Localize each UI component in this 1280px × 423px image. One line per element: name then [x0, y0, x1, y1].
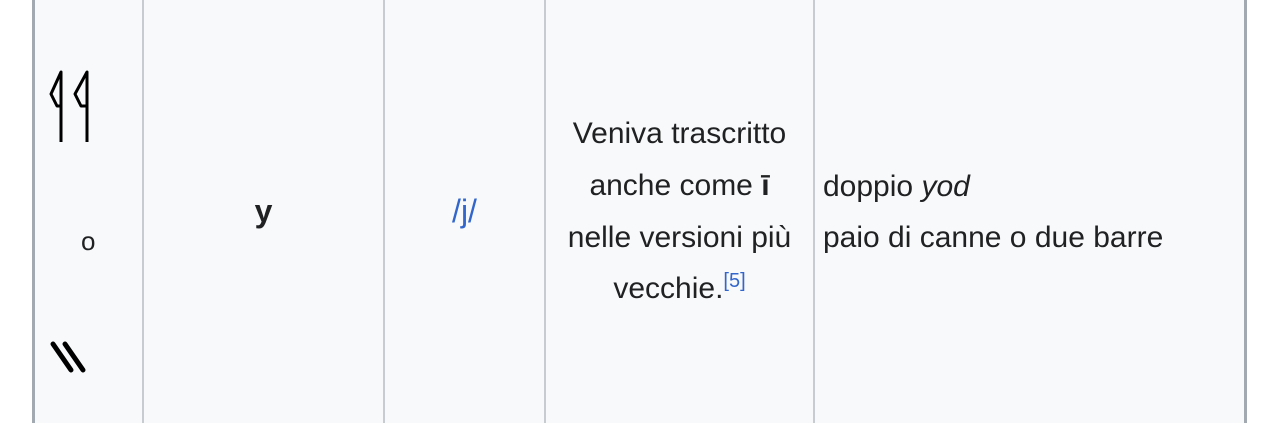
meaning-line-2: paio di canne o due barre [823, 220, 1164, 254]
glyph-cell: o [35, 0, 144, 423]
meaning-italic: yod [921, 169, 970, 203]
note-line-3: nelle versioni più [567, 220, 792, 254]
ipa-cell: /j/ [385, 0, 546, 423]
ipa-link[interactable]: /j/ [452, 184, 477, 238]
note-line-4: vecchie.[5] [568, 263, 791, 315]
note-cell: Veniva trascritto anche come ī nelle ver… [546, 0, 815, 423]
transliteration-cell: y [144, 0, 385, 423]
meaning-prefix: doppio [823, 169, 922, 203]
note-letter: ī [761, 168, 770, 202]
meaning-text: doppio yod paio di canne o due barre [823, 161, 1163, 263]
transliteration: y [254, 193, 273, 230]
note-line-2: anche come ī [568, 160, 791, 212]
double-reed-hieroglyph-icon [49, 70, 89, 142]
note-text: Veniva trascritto anche come ī nelle ver… [568, 108, 791, 314]
double-stroke-hieroglyph-icon [50, 341, 86, 373]
meaning-line-1: doppio yod [823, 161, 1163, 212]
meaning-cell: doppio yod paio di canne o due barre [815, 0, 1244, 423]
hieroglyph-table: o y /j/ Veniva trascritto anche come ī n… [32, 0, 1247, 423]
note-line-2-prefix: anche come [589, 168, 762, 202]
or-text: o [81, 226, 96, 256]
reference-link[interactable]: [5] [723, 270, 745, 292]
note-line-1: Veniva trascritto [572, 117, 787, 151]
note-line-4-text: vecchie. [613, 272, 724, 306]
